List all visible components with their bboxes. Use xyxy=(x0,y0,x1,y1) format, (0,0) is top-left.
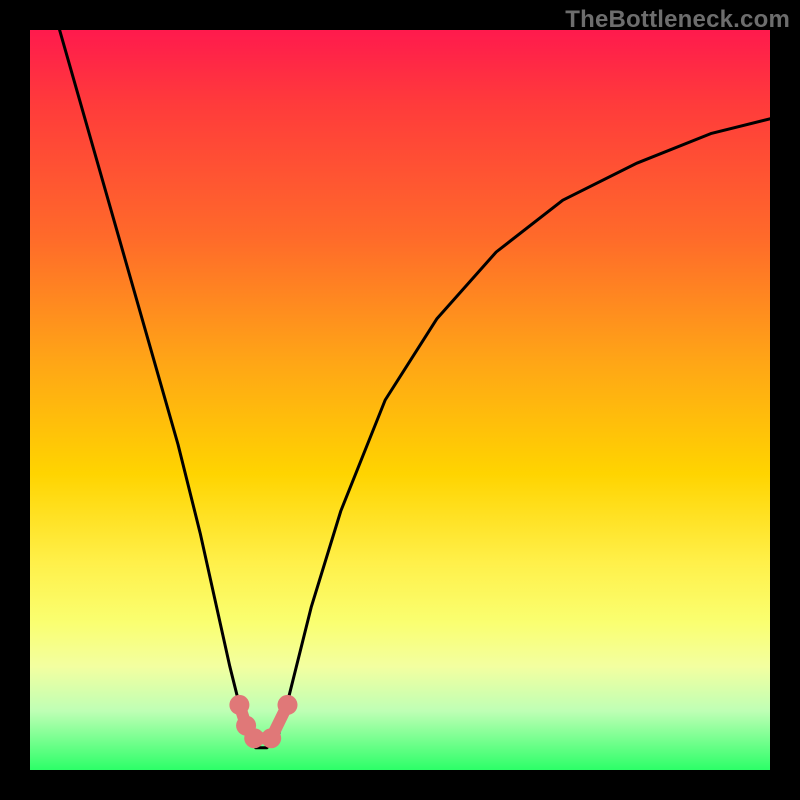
marker-mk4 xyxy=(261,728,281,748)
plot-area xyxy=(30,30,770,770)
plot-svg xyxy=(30,30,770,770)
marker-mk1 xyxy=(229,695,249,715)
watermark-text: TheBottleneck.com xyxy=(565,6,790,34)
bottleneck-curve xyxy=(60,30,770,748)
marker-mk5 xyxy=(278,695,298,715)
